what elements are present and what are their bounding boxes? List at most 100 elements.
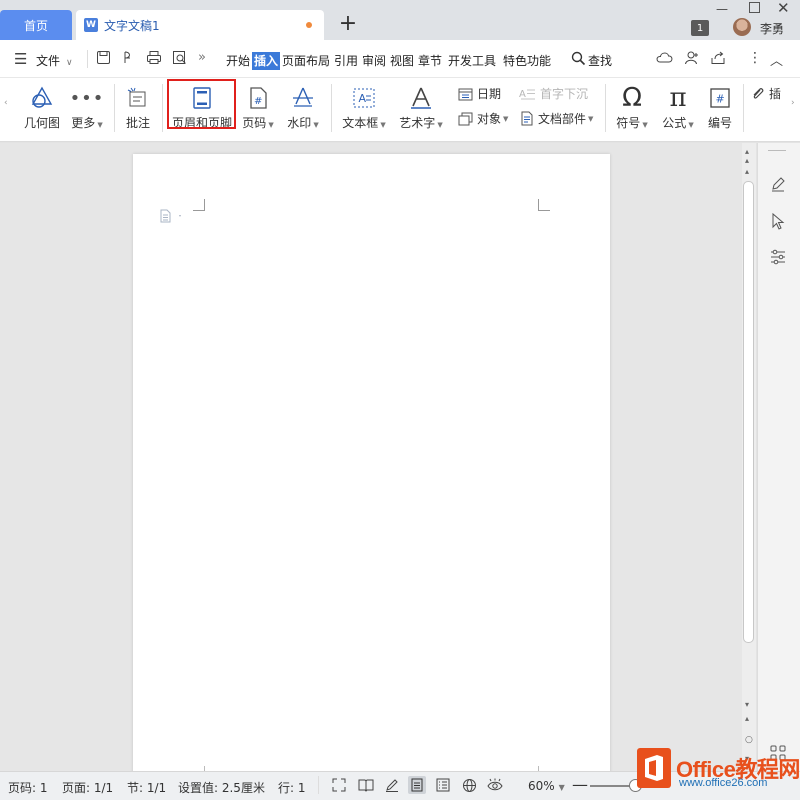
notification-badge[interactable]: 1 — [691, 20, 709, 36]
symbol-button[interactable]: Ω 符号 ▼ — [612, 83, 652, 131]
separator — [114, 84, 115, 132]
share-icon[interactable] — [710, 50, 726, 69]
drop-cap-button[interactable]: A 首字下沉 — [519, 85, 588, 102]
menu-tab-chapter[interactable]: 章节 — [418, 52, 442, 70]
document-page[interactable] — [133, 154, 610, 774]
select-browse-icon[interactable]: ○ — [745, 735, 753, 745]
file-menu[interactable]: 文件 ∨ — [36, 52, 73, 70]
reading-mode-icon[interactable] — [357, 776, 375, 794]
menu-tab-insert[interactable]: 插入 — [252, 52, 281, 70]
textbox-button[interactable]: A 文本框 ▼ — [339, 84, 389, 131]
write-mode-icon[interactable] — [383, 776, 401, 794]
outline-view-icon[interactable] — [434, 776, 452, 794]
omega-icon: Ω — [622, 83, 642, 113]
doc-parts-button[interactable]: 文档部件 ▼ — [520, 110, 593, 127]
print-icon[interactable] — [146, 50, 162, 69]
paragraph-layout-icon[interactable] — [160, 209, 181, 223]
zoom-level[interactable]: 60% ▼ — [528, 779, 565, 793]
prev-page-button-icon[interactable]: ▴ — [745, 714, 749, 723]
svg-text:A: A — [359, 92, 367, 105]
tab-home[interactable]: 首页 — [0, 10, 72, 40]
more-menu-icon[interactable]: ⋮ — [748, 50, 762, 66]
numbering-button[interactable]: # 编号 — [702, 84, 738, 131]
settings-sliders-icon[interactable] — [770, 249, 786, 269]
select-cursor-icon[interactable] — [770, 212, 786, 234]
page-view-icon[interactable] — [408, 776, 426, 794]
document-tab-title: 文字文稿1 — [104, 18, 160, 33]
shapes-button[interactable]: 几何图 — [22, 84, 62, 131]
status-setting-value[interactable]: 设置值: 2.5厘米 — [178, 779, 265, 796]
formula-button[interactable]: π 公式 ▼ — [658, 83, 698, 131]
cloud-sync-icon[interactable] — [656, 50, 674, 69]
more-button[interactable]: ••• 更多 ▼ — [67, 84, 107, 131]
web-view-icon[interactable] — [460, 776, 478, 794]
scroll-up-icon[interactable]: ▴ — [745, 147, 749, 156]
search-label[interactable]: 查找 — [588, 52, 612, 70]
svg-text:#: # — [254, 96, 262, 107]
maximize-icon[interactable] — [749, 2, 760, 13]
prev-page-icon[interactable]: ▴ — [745, 156, 749, 165]
scroll-up-arrow-icon[interactable]: ▴ — [745, 167, 749, 176]
export-pdf-icon[interactable] — [121, 50, 136, 69]
more-tools-icon[interactable]: » — [198, 50, 206, 65]
watermark-url-text: www.office26.com — [679, 777, 768, 789]
new-tab-button[interactable]: + — [338, 13, 358, 36]
scrollbar-thumb[interactable] — [743, 181, 754, 643]
page-number-button[interactable]: # 页码 ▼ — [240, 84, 276, 131]
attachment-button[interactable]: 插 — [751, 85, 781, 102]
status-page-number[interactable]: 页码: 1 — [8, 779, 48, 796]
status-section[interactable]: 节: 1/1 — [127, 779, 166, 796]
scroll-down-arrow-icon[interactable]: ▾ — [745, 700, 749, 709]
close-icon[interactable]: ✕ — [777, 0, 790, 17]
collapse-ribbon-icon[interactable]: ︿ — [770, 50, 783, 69]
status-pages[interactable]: 页面: 1/1 — [62, 779, 113, 796]
tab-document[interactable]: W 文字文稿1 — [76, 10, 324, 40]
object-icon — [458, 112, 473, 126]
fullscreen-icon[interactable] — [330, 776, 348, 794]
zoom-out-icon[interactable]: — — [572, 775, 588, 794]
menu-tab-start[interactable]: 开始 — [226, 52, 250, 70]
shapes-icon — [22, 84, 62, 112]
wordart-button[interactable]: 艺术字 ▼ — [396, 84, 446, 131]
menu-tab-developer[interactable]: 开发工具 — [448, 52, 496, 70]
menu-tab-review[interactable]: 审阅 — [362, 52, 386, 70]
search-icon[interactable] — [571, 51, 586, 69]
office26-logo — [637, 748, 671, 788]
menu-tab-features[interactable]: 特色功能 — [503, 52, 551, 70]
save-icon[interactable] — [96, 50, 111, 69]
date-button[interactable]: 日期 — [458, 85, 501, 102]
pi-icon: π — [669, 83, 687, 113]
drop-cap-icon: A — [519, 87, 536, 101]
unsaved-dot-icon — [306, 22, 312, 28]
ribbon-scroll-left-icon[interactable]: ‹ — [4, 98, 8, 108]
edit-pen-icon[interactable] — [770, 176, 786, 196]
menu-tab-layout[interactable]: 页面布局 — [282, 52, 330, 70]
eye-protection-icon[interactable] — [486, 776, 504, 794]
page-number-icon: # — [240, 84, 276, 112]
numbering-icon: # — [702, 84, 738, 112]
sidebar-handle[interactable] — [768, 150, 786, 151]
username[interactable]: 李勇 — [760, 20, 784, 37]
ribbon-scroll-right-icon[interactable]: › — [791, 98, 795, 108]
separator — [743, 84, 744, 132]
menu-tab-references[interactable]: 引用 — [334, 52, 358, 70]
print-preview-icon[interactable] — [172, 50, 187, 69]
hamburger-menu-icon[interactable]: ☰ — [14, 50, 27, 68]
separator — [605, 84, 606, 132]
menu-tab-view[interactable]: 视图 — [390, 52, 414, 70]
comment-icon — [120, 84, 156, 112]
watermark-button[interactable]: 水印 ▼ — [283, 84, 323, 131]
svg-text:A: A — [519, 89, 526, 100]
object-button[interactable]: 对象 ▼ — [458, 110, 508, 127]
collaborate-icon[interactable] — [684, 50, 700, 69]
minimize-icon[interactable]: — — [716, 2, 728, 16]
separator — [162, 84, 163, 132]
comment-button[interactable]: 批注 — [120, 84, 156, 131]
separator — [331, 84, 332, 132]
paperclip-icon — [751, 87, 765, 101]
more-dots-icon: ••• — [69, 87, 105, 109]
status-line[interactable]: 行: 1 — [278, 779, 306, 796]
avatar[interactable] — [733, 18, 751, 36]
wordart-icon — [396, 84, 446, 112]
doc-parts-icon — [520, 111, 534, 126]
